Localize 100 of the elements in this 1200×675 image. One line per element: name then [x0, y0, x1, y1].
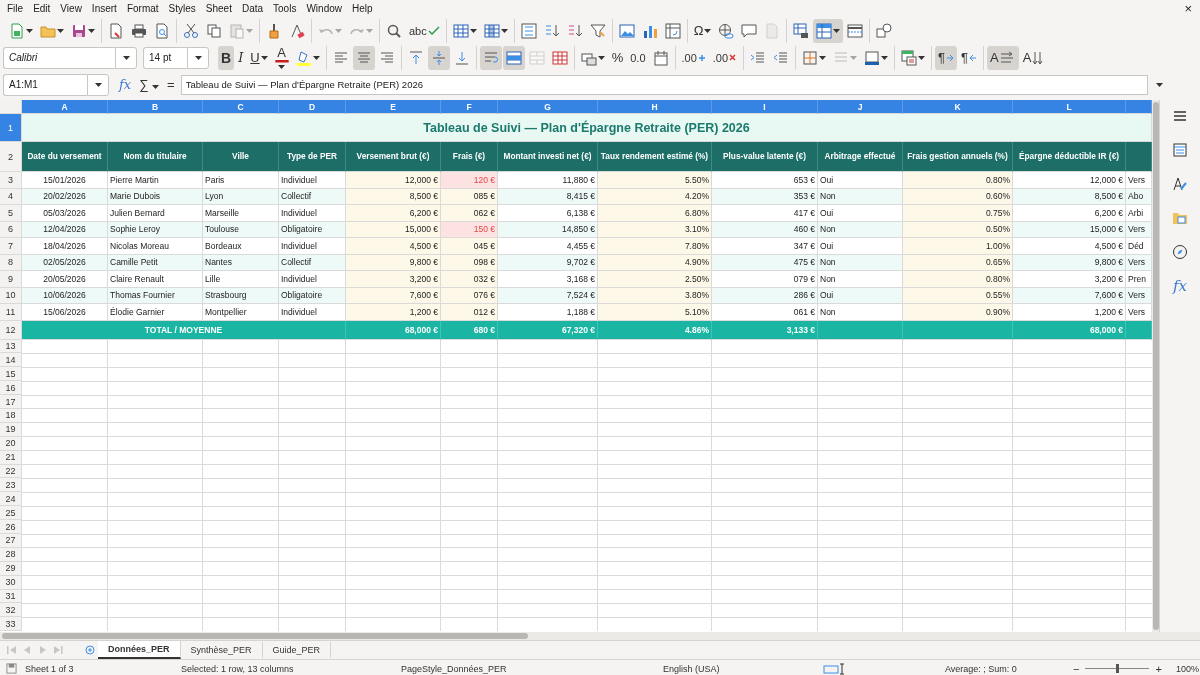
column-header[interactable]: K: [903, 100, 1013, 114]
align-middle-icon: [430, 49, 447, 66]
table-cell: 061 €: [712, 304, 818, 321]
caret-icon: [1155, 82, 1163, 87]
language: English (USA): [663, 663, 721, 674]
border-color-icon: [864, 49, 881, 66]
formula-button[interactable]: =: [165, 77, 177, 92]
align-center-button[interactable]: [352, 45, 375, 70]
table-cell: 032 €: [441, 271, 498, 288]
row-header[interactable]: 3: [0, 172, 22, 189]
dropdown-button[interactable]: [87, 73, 109, 96]
row-header[interactable]: 5: [0, 205, 22, 222]
row-header[interactable]: 9: [0, 271, 22, 288]
sort-vertical-text-button[interactable]: A: [1019, 45, 1052, 70]
column-header[interactable]: G: [498, 100, 598, 114]
add-sheet-button[interactable]: [82, 642, 98, 658]
vertical-scrollbar[interactable]: [1152, 100, 1160, 632]
font-size-field[interactable]: 14 pt: [143, 46, 187, 69]
column-header[interactable]: C: [203, 100, 279, 114]
empty-cell-grid[interactable]: [22, 339, 1152, 632]
row-header[interactable]: 1: [0, 114, 22, 142]
sheet-tab[interactable]: Guide_PER: [262, 642, 332, 658]
sum-button[interactable]: ∑: [137, 77, 162, 92]
menu-item[interactable]: Sheet: [200, 3, 237, 14]
menu-item[interactable]: Data: [236, 3, 269, 14]
scissors-icon: [183, 22, 199, 39]
add-decimal-button[interactable]: .00: [678, 45, 709, 70]
dropdown-button[interactable]: [115, 46, 137, 69]
row-header[interactable]: 17: [0, 395, 22, 409]
freeze-rows-icon: [816, 22, 833, 39]
column-header[interactable]: B: [108, 100, 203, 114]
table-cell: 653 €: [712, 172, 818, 189]
zoom-in-button[interactable]: +: [1153, 662, 1164, 675]
font-name-field[interactable]: Calibri: [3, 46, 115, 69]
font-color-button[interactable]: A: [271, 45, 292, 70]
percent-format-button[interactable]: %: [608, 45, 627, 70]
row-header[interactable]: 15: [0, 367, 22, 382]
row-header[interactable]: 7: [0, 238, 22, 255]
spellcheck-button[interactable]: abc: [406, 18, 443, 43]
menu-item[interactable]: Styles: [163, 3, 201, 14]
column-header[interactable]: E: [346, 100, 441, 114]
menu-item[interactable]: File: [2, 3, 29, 14]
column-header[interactable]: H: [598, 100, 712, 114]
caret-icon: [312, 55, 320, 60]
sort-descending-icon: [566, 22, 583, 39]
menu-item[interactable]: Insert: [86, 3, 122, 14]
omega-dropdown-button[interactable]: Ω: [690, 18, 715, 43]
number-format-button[interactable]: 0.0: [627, 45, 649, 70]
row-header[interactable]: 23: [0, 478, 22, 493]
italic-button[interactable]: I: [235, 45, 247, 70]
align-middle-button[interactable]: [427, 45, 450, 70]
zoom-out-button[interactable]: −: [1071, 662, 1082, 675]
right-to-left-button[interactable]: ¶: [958, 45, 981, 70]
row-header[interactable]: 14: [0, 353, 22, 368]
table-cell: Marseille: [203, 205, 279, 222]
column-header[interactable]: J: [818, 100, 903, 114]
left-to-right-button[interactable]: ¶: [935, 45, 958, 70]
table-cell: 1.00%: [903, 238, 1013, 255]
menu-item[interactable]: View: [55, 3, 87, 14]
row-header[interactable]: 2: [0, 142, 22, 172]
table-cell: 3,200 €: [1013, 271, 1126, 288]
bold-button[interactable]: B: [218, 45, 235, 70]
close-button[interactable]: ×: [1176, 0, 1200, 17]
name-box[interactable]: A1:M1: [3, 73, 87, 96]
column-header[interactable]: A: [22, 100, 108, 114]
zoom-slider-thumb[interactable]: [1116, 664, 1120, 673]
column-header[interactable]: L: [1013, 100, 1126, 114]
horizontal-scrollbar[interactable]: [0, 632, 1200, 640]
sheet-tab[interactable]: Données_PER: [98, 641, 181, 659]
column-header[interactable]: I: [712, 100, 818, 114]
row-header[interactable]: 33: [0, 617, 22, 632]
selection-mode-icon[interactable]: [823, 662, 845, 675]
menu-item[interactable]: Format: [121, 3, 164, 14]
menu-item[interactable]: Tools: [268, 3, 302, 14]
row-header[interactable]: 26: [0, 520, 22, 534]
column-header[interactable]: D: [279, 100, 346, 114]
dropdown-button[interactable]: [187, 46, 209, 69]
menu-item[interactable]: Edit: [28, 3, 56, 14]
row-header[interactable]: 25: [0, 506, 22, 521]
delete-decimal-button[interactable]: .00: [709, 45, 741, 70]
row-header[interactable]: 11: [0, 304, 22, 321]
menu-item[interactable]: Window: [301, 3, 347, 14]
row-header[interactable]: 24: [0, 492, 22, 507]
menu-item[interactable]: Help: [347, 3, 378, 14]
wrap-text-button[interactable]: [479, 45, 502, 70]
column-header[interactable]: [1126, 100, 1152, 114]
underline-button[interactable]: U: [247, 45, 271, 70]
merge-center-button[interactable]: [502, 45, 525, 70]
formula-input[interactable]: Tableau de Suivi — Plan d'Épargne Retraite (PER) 2026: [180, 74, 1148, 95]
sheet-tab[interactable]: Synthèse_PER: [180, 642, 263, 658]
row-header[interactable]: 32: [0, 603, 22, 618]
column-header[interactable]: F: [441, 100, 498, 114]
text-direction-button[interactable]: A: [987, 45, 1019, 70]
shapes-icon: [876, 22, 893, 39]
functions-button[interactable]: fx: [1169, 276, 1191, 296]
function-wizard-button[interactable]: fx: [117, 77, 134, 92]
table-cell: 120 €: [441, 172, 498, 189]
row-header[interactable]: 16: [0, 381, 22, 396]
freeze-rows-button[interactable]: [813, 18, 844, 43]
sort-icon: [520, 22, 537, 39]
